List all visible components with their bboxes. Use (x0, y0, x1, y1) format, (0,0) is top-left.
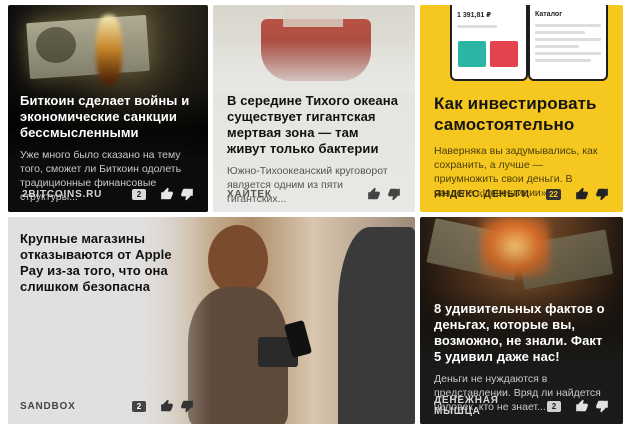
card-title[interactable]: 8 удивительных фактов о деньгах, которые… (434, 301, 609, 365)
card-source[interactable]: ДЕНЕЖНАЯ МЫШЦА (434, 395, 547, 417)
thumb-down-icon[interactable] (595, 399, 609, 413)
feed-card-pacific[interactable]: В середине Тихого океана существует гига… (213, 5, 415, 212)
card-source[interactable]: SANDBOX (20, 401, 132, 412)
feed-card-applepay[interactable]: Крупные магазины отказываются от Apple P… (8, 217, 415, 424)
card-footer: SANDBOX 2 (8, 396, 208, 416)
card-title[interactable]: Биткоин сделает войны и экономические са… (20, 93, 196, 141)
card-footer: ДЕНЕЖНАЯ МЫШЦА 2 (420, 395, 623, 417)
card-source[interactable]: 2BITCOINS.RU (22, 189, 132, 200)
card-footer: 2BITCOINS.RU 2 (8, 184, 208, 204)
card-source[interactable]: ЯНДЕКС.ДЕНЬГИ (434, 189, 546, 200)
card-title[interactable]: В середине Тихого океана существует гига… (227, 93, 401, 157)
card-title[interactable]: Крупные магазины отказываются от Apple P… (20, 231, 196, 295)
thumb-up-icon[interactable] (160, 187, 174, 201)
phone-mockup-left: 1 391,81 ₽ (450, 5, 528, 81)
feed-card-invest[interactable]: 1 391,81 ₽ Каталог Как инвестировать сам… (420, 5, 623, 212)
thumb-up-icon[interactable] (367, 187, 381, 201)
thumb-down-icon[interactable] (180, 187, 194, 201)
card-footer: ХАЙТЕК (213, 184, 415, 204)
thumb-up-icon[interactable] (160, 399, 174, 413)
comment-count-badge[interactable]: 2 (132, 188, 146, 200)
thumb-up-icon[interactable] (575, 187, 589, 201)
phone-amount: 1 391,81 ₽ (457, 12, 492, 19)
card-title[interactable]: Как инвестировать самостоятельно (434, 93, 609, 135)
phone-catalog-title: Каталог (535, 11, 563, 18)
thumb-down-icon[interactable] (180, 399, 194, 413)
feed-card-money-facts[interactable]: 8 удивительных фактов о деньгах, которые… (420, 217, 623, 424)
thumb-down-icon[interactable] (387, 187, 401, 201)
card-text: Крупные магазины отказываются от Apple P… (8, 231, 208, 295)
feed-card-bitcoin[interactable]: Биткоин сделает войны и экономические са… (8, 5, 208, 212)
comment-count-badge[interactable]: 22 (546, 188, 561, 200)
comment-count-badge[interactable]: 2 (132, 400, 146, 412)
phone-mockup-right: Каталог (528, 5, 608, 81)
thumb-up-icon[interactable] (575, 399, 589, 413)
card-source[interactable]: ХАЙТЕК (227, 189, 361, 200)
comment-count-badge[interactable]: 2 (547, 400, 561, 412)
card-footer: ЯНДЕКС.ДЕНЬГИ 22 (420, 184, 623, 204)
thumb-down-icon[interactable] (595, 187, 609, 201)
